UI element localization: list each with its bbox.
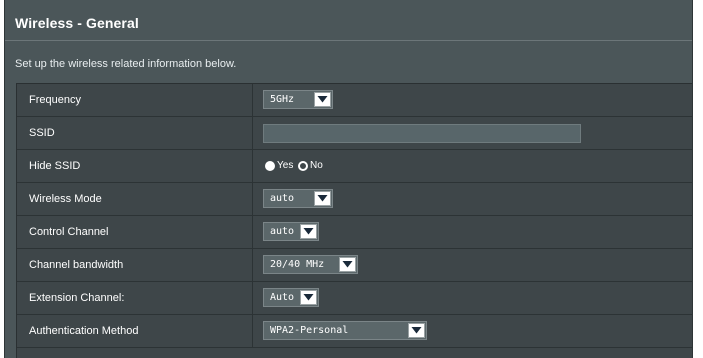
frequency-label: Frequency	[29, 94, 81, 106]
hide-ssid-yes-radio[interactable]	[265, 161, 275, 171]
chevron-down-icon[interactable]	[300, 290, 317, 305]
ssid-row: SSID	[17, 117, 692, 150]
wireless-mode-select[interactable]: auto	[263, 189, 333, 208]
frequency-value: 5GHz	[270, 94, 295, 105]
extension-channel-row: Extension Channel: Auto	[17, 282, 692, 315]
control-channel-select[interactable]: auto	[263, 222, 319, 241]
chevron-down-icon[interactable]	[314, 191, 331, 206]
hide-ssid-yes-label[interactable]: Yes	[277, 160, 293, 171]
hide-ssid-label: Hide SSID	[29, 160, 81, 172]
page-description: Set up the wireless related information …	[15, 58, 237, 70]
chevron-down-icon[interactable]	[314, 92, 331, 107]
chevron-down-icon[interactable]	[339, 257, 356, 272]
authentication-method-value: WPA2-Personal	[270, 325, 349, 336]
page-title: Wireless - General	[15, 15, 139, 31]
channel-bandwidth-row: Channel bandwidth 20/40 MHz	[17, 249, 692, 282]
hide-ssid-no-radio[interactable]	[298, 161, 308, 171]
extension-channel-value: Auto	[270, 292, 295, 303]
hide-ssid-no-label[interactable]: No	[310, 160, 323, 171]
wireless-general-panel: Wireless - General Set up the wireless r…	[4, 0, 693, 358]
ssid-label: SSID	[29, 127, 55, 139]
extension-channel-select[interactable]: Auto	[263, 288, 319, 307]
authentication-method-row: Authentication Method WPA2-Personal	[17, 315, 692, 348]
control-channel-value: auto	[270, 226, 295, 237]
hide-ssid-row: Hide SSID Yes No	[17, 150, 692, 183]
frequency-select[interactable]: 5GHz	[263, 90, 333, 109]
channel-bandwidth-label: Channel bandwidth	[29, 259, 124, 271]
authentication-method-select[interactable]: WPA2-Personal	[263, 321, 427, 340]
chevron-down-icon[interactable]	[408, 323, 425, 338]
wireless-mode-label: Wireless Mode	[29, 193, 102, 205]
settings-table: Frequency 5GHz SSID Hide SSID Yes No Wir…	[16, 83, 692, 358]
wireless-mode-value: auto	[270, 193, 295, 204]
channel-bandwidth-value: 20/40 MHz	[270, 259, 325, 270]
page-header: Wireless - General	[5, 6, 692, 41]
ssid-input[interactable]	[263, 124, 581, 143]
authentication-method-label: Authentication Method	[29, 325, 139, 337]
wireless-mode-row: Wireless Mode auto	[17, 183, 692, 216]
extension-channel-label: Extension Channel:	[29, 292, 125, 304]
frequency-row: Frequency 5GHz	[17, 84, 692, 117]
control-channel-label: Control Channel	[29, 226, 109, 238]
channel-bandwidth-select[interactable]: 20/40 MHz	[263, 255, 358, 274]
control-channel-row: Control Channel auto	[17, 216, 692, 249]
chevron-down-icon[interactable]	[300, 224, 317, 239]
